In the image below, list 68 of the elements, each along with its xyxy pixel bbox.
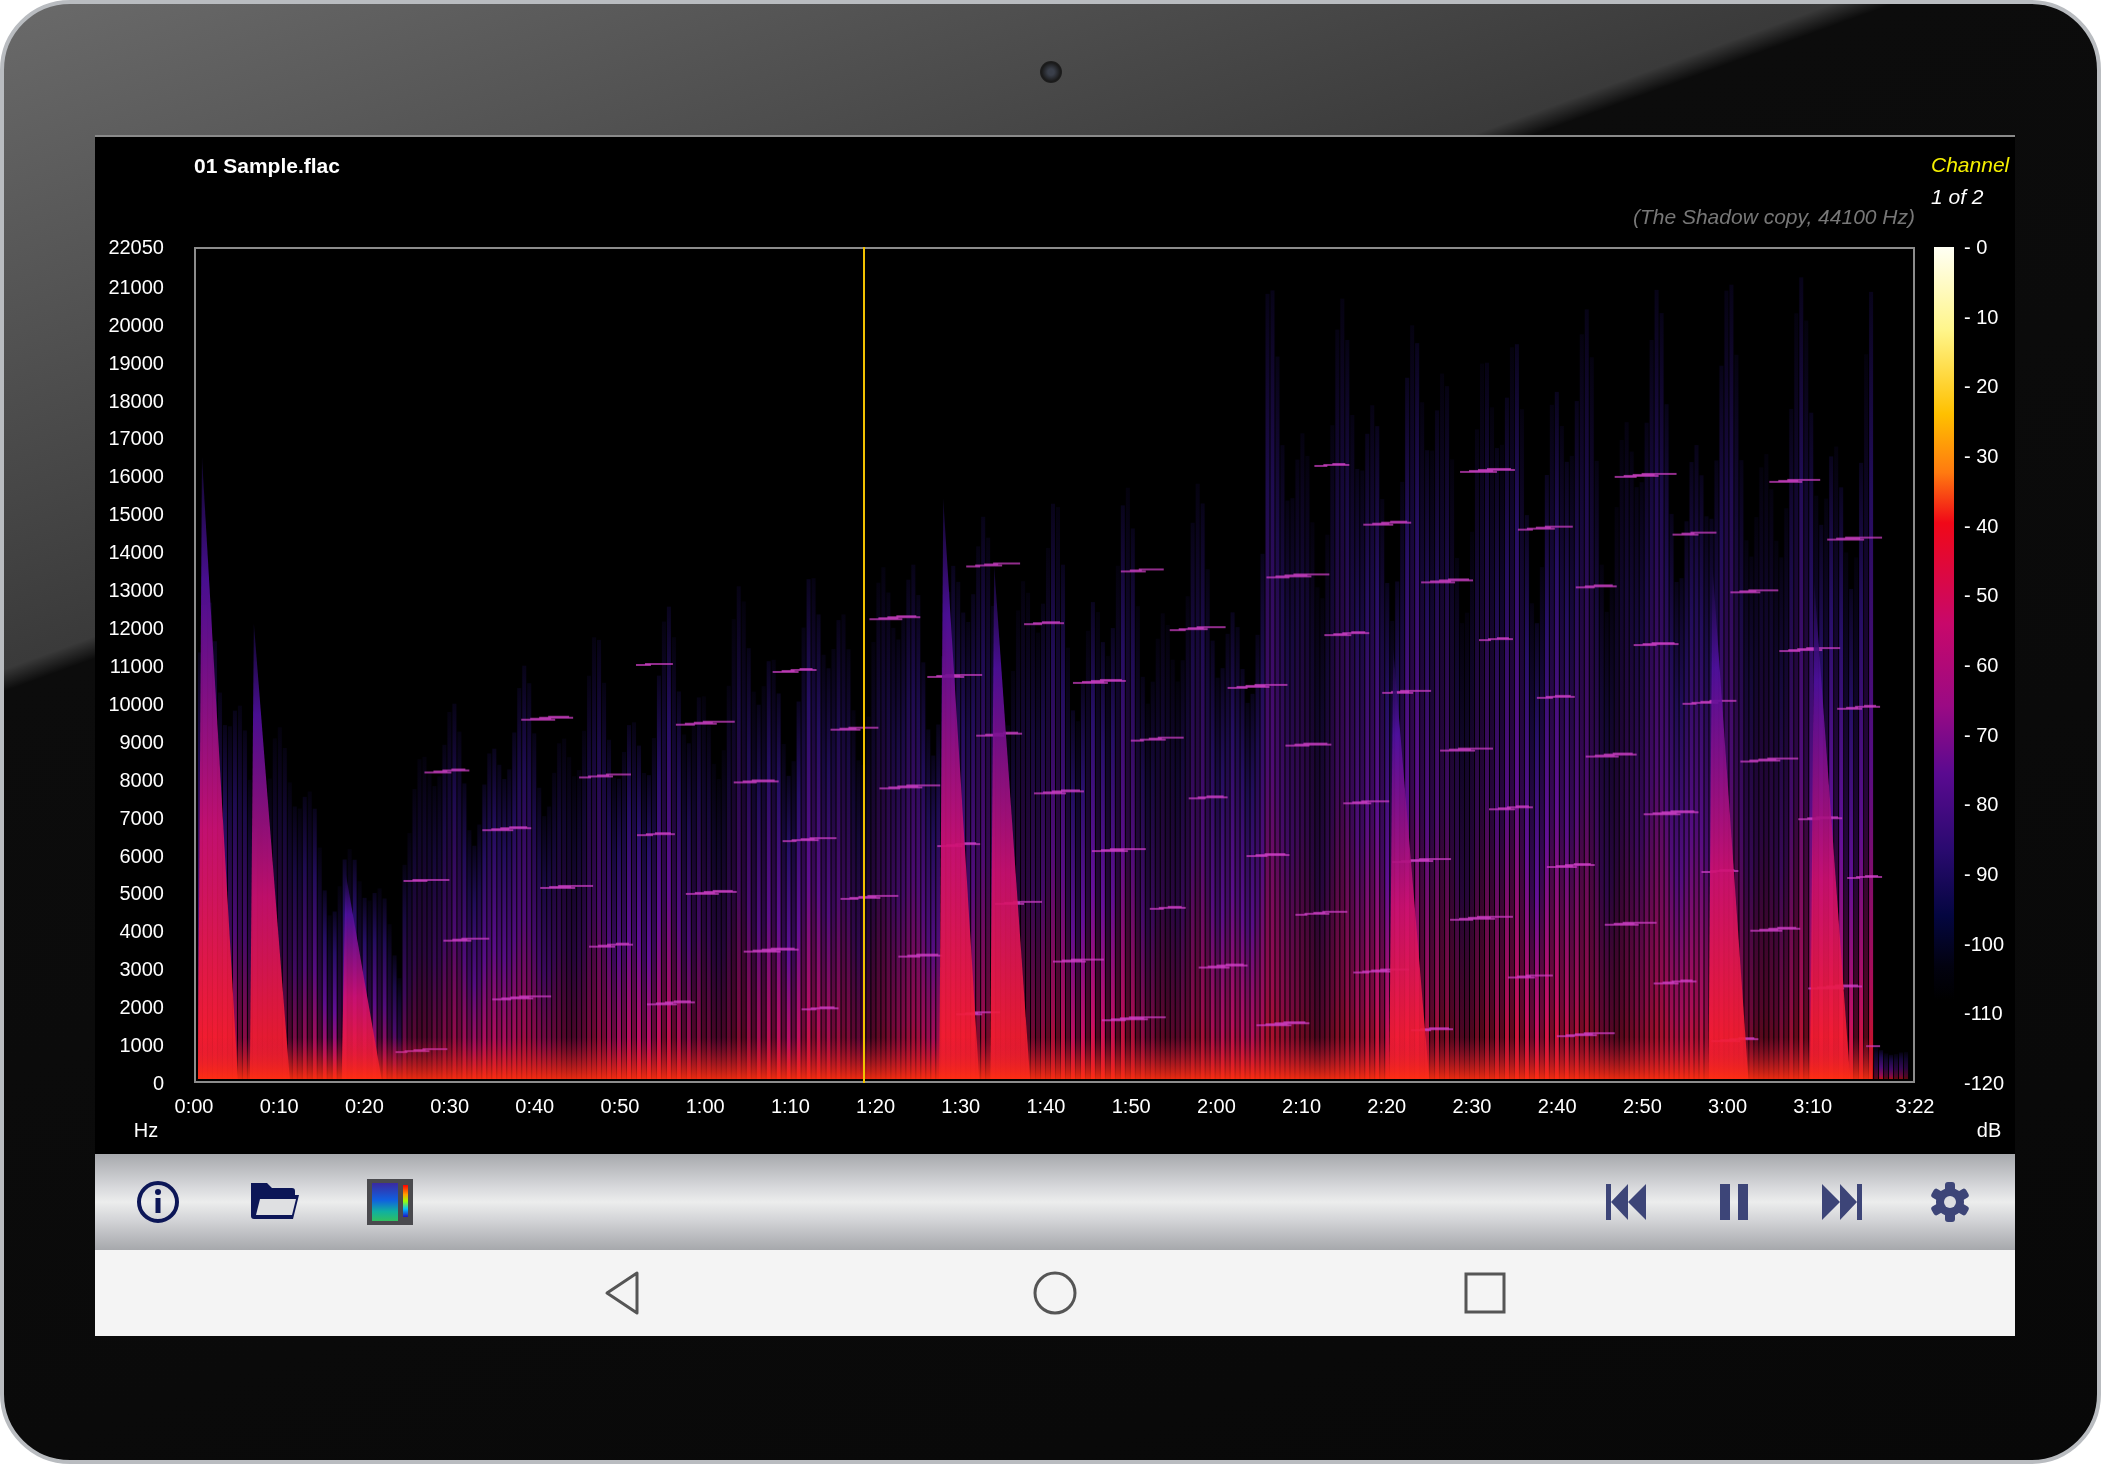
time-label: 1:40 [1026,1095,1066,1118]
frequency-label: 4000 [119,919,164,943]
frequency-label: 12000 [108,616,164,640]
channel-label: Channel [1931,153,2011,177]
time-label: 1:10 [770,1095,810,1118]
time-label: 1:30 [941,1095,981,1118]
frequency-label: 22050 [108,235,164,259]
decibel-unit: dB [1976,1119,2002,1142]
decibel-label: - 50 [1964,583,1999,607]
time-label: 2:40 [1537,1095,1577,1118]
time-label: 2:10 [1282,1095,1322,1118]
frequency-label: 17000 [108,426,164,450]
decibel-label: -110 [1964,1001,2003,1025]
frequency-label: 20000 [108,313,164,337]
decibel-label: -100 [1964,932,2005,956]
frequency-label: 15000 [108,502,164,526]
decibel-label: - 30 [1964,444,1999,468]
decibel-label: - 80 [1964,792,1999,816]
frequency-label: 8000 [119,768,164,792]
decibel-label: - 70 [1964,723,1999,747]
frequency-label: 1000 [119,1033,164,1057]
decibel-label: - 20 [1964,374,1999,398]
time-label: 2:20 [1367,1095,1407,1118]
file-name: 01 Sample.flac [194,154,340,177]
time-label: 3:10 [1793,1095,1833,1118]
frequency-label: 3000 [119,957,164,981]
info-icon [134,1178,182,1226]
frequency-label: 7000 [119,806,164,830]
camera-icon [1040,61,1062,83]
time-label: 1:50 [1111,1095,1151,1118]
time-label: 0:10 [259,1095,299,1118]
decibel-label: - 10 [1964,305,1999,329]
frequency-unit: Hz [133,1119,159,1142]
frequency-label: 10000 [108,692,164,716]
source-info: (The Shadow copy, 44100 Hz) [1632,205,1915,229]
time-label: 0:30 [430,1095,470,1118]
time-label: 3:00 [1708,1095,1748,1118]
frequency-label: 21000 [108,275,164,299]
time-label: 0:40 [515,1095,555,1118]
decibel-label: - 40 [1964,514,1999,538]
frequency-label: 19000 [108,351,164,375]
time-label: 1:00 [685,1095,725,1118]
time-label: 2:30 [1452,1095,1492,1118]
settings-icon [1928,1180,1972,1224]
time-label: 2:50 [1622,1095,1662,1118]
frequency-label: 16000 [108,464,164,488]
spectrum-palette-icon [367,1179,413,1225]
decibel-label: - 0 [1964,235,1988,259]
frequency-label: 6000 [119,844,164,867]
frequency-label: 14000 [108,540,164,564]
time-label: 1:20 [856,1095,896,1118]
frequency-label: 11000 [109,654,164,678]
frequency-label: 0 [152,1071,164,1095]
frequency-label: 5000 [119,881,164,905]
time-label: 0:50 [600,1095,640,1118]
time-label: 2:00 [1196,1095,1236,1118]
frequency-label: 18000 [108,389,164,413]
home-icon [1031,1269,1079,1317]
channel-value: 1 of 2 [1931,185,1985,209]
frequency-label: 2000 [119,995,164,1019]
decibel-label: -120 [1964,1071,2005,1095]
frequency-label: 9000 [119,730,164,754]
decibel-label: - 60 [1964,653,1999,677]
time-label: 0:20 [344,1095,384,1118]
frequency-label: 13000 [108,578,164,602]
decibel-label: - 90 [1964,862,1999,886]
time-label: 0:00 [174,1095,214,1118]
time-label: 3:22 [1895,1095,1935,1118]
